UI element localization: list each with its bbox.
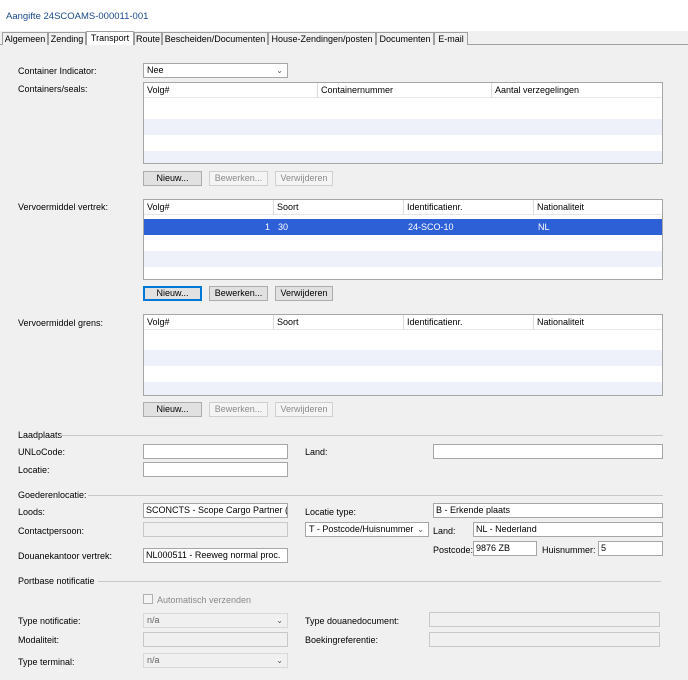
type-notificatie-select[interactable]: n/a ⌄	[143, 613, 288, 628]
table-row	[144, 251, 662, 267]
divider	[60, 435, 663, 436]
vervoer-vertrek-delete-button[interactable]: Verwijderen	[275, 286, 333, 301]
auto-send-checkbox[interactable]	[143, 594, 153, 604]
tab-documenten[interactable]: Documenten	[376, 32, 434, 45]
chevron-down-icon: ⌄	[276, 66, 283, 75]
title-bar: Aangifte 24SCOAMS-000011-001	[0, 0, 688, 31]
modaliteit-label: Modaliteit:	[18, 635, 60, 645]
column-header[interactable]: Soort	[274, 315, 404, 330]
cell-nationaliteit: NL	[538, 222, 550, 232]
window-title: Aangifte 24SCOAMS-000011-001	[6, 11, 149, 22]
auto-send-label: Automatisch verzenden	[157, 595, 252, 605]
containers-edit-button[interactable]: Bewerken...	[209, 171, 268, 186]
tab-bescheiden-documenten[interactable]: Bescheiden/Documenten	[162, 32, 268, 45]
type-terminal-value: n/a	[147, 655, 160, 665]
postcode-input[interactable]: 9876 ZB	[473, 541, 537, 556]
containers-new-button[interactable]: Nieuw...	[143, 171, 202, 186]
vervoer-vertrek-label: Vervoermiddel vertrek:	[18, 202, 109, 212]
column-header[interactable]: Identificatienr.	[404, 200, 534, 215]
chevron-down-icon: ⌄	[276, 656, 283, 665]
vervoer-vertrek-edit-button[interactable]: Bewerken...	[209, 286, 268, 301]
divider	[88, 495, 663, 496]
tab-algemeen[interactable]: Algemeen	[2, 32, 48, 45]
tab-transport[interactable]: Transport	[86, 31, 134, 46]
postcode-type-select[interactable]: T - Postcode/Huisnummer ⌄	[305, 522, 429, 537]
tab-strip: Algemeen Zending Transport Route Beschei…	[0, 31, 688, 46]
container-indicator-label: Container Indicator:	[18, 66, 97, 76]
type-douanedocument-label: Type douanedocument:	[305, 616, 400, 626]
tab-zending[interactable]: Zending	[48, 32, 86, 45]
huisnummer-input[interactable]: 5	[598, 541, 663, 556]
portbase-section-title: Portbase notificatie	[18, 576, 95, 586]
douanekantoor-label: Douanekantoor vertrek:	[18, 551, 113, 561]
laadplaats-land-input[interactable]	[433, 444, 663, 459]
laadplaats-land-label: Land:	[305, 447, 328, 457]
vervoer-grens-new-button[interactable]: Nieuw...	[143, 402, 202, 417]
type-douanedocument-input[interactable]	[429, 612, 660, 627]
unlocode-input[interactable]	[143, 444, 288, 459]
container-indicator-value: Nee	[147, 65, 164, 75]
cell-volg: 1	[264, 222, 270, 232]
goederen-land-input[interactable]: NL - Nederland	[473, 522, 663, 537]
tab-email[interactable]: E-mail	[434, 32, 468, 45]
type-notificatie-label: Type notificatie:	[18, 616, 81, 626]
laadplaats-section-title: Laadplaats	[18, 430, 63, 440]
douanekantoor-input[interactable]: NL000511 - Reeweg normal proc.	[143, 548, 288, 563]
cell-identificatienr: 24-SCO-10	[408, 222, 454, 232]
goederenlocatie-section-title: Goederenlocatie:	[18, 490, 87, 500]
locatie-type-label: Locatie type:	[305, 507, 357, 517]
loods-label: Loods:	[18, 507, 46, 517]
containers-delete-button[interactable]: Verwijderen	[275, 171, 333, 186]
unlocode-label: UNLoCode:	[18, 447, 66, 457]
containers-grid[interactable]: Volg# Containernummer Aantal verzegeling…	[143, 82, 663, 164]
locatie-input[interactable]	[143, 462, 288, 477]
chevron-down-icon: ⌄	[417, 525, 424, 534]
vervoer-grens-grid-header: Volg# Soort Identificatienr. Nationalite…	[144, 315, 662, 330]
vervoer-vertrek-new-button[interactable]: Nieuw...	[143, 286, 202, 301]
boekingreferentie-label: Boekingreferentie:	[305, 635, 379, 645]
column-header[interactable]: Volg#	[144, 83, 318, 98]
column-header[interactable]: Volg#	[144, 315, 274, 330]
table-row[interactable]: 1 30 24-SCO-10 NL	[144, 219, 662, 235]
table-row	[144, 119, 662, 135]
vervoer-vertrek-grid-header: Volg# Soort Identificatienr. Nationalite…	[144, 200, 662, 215]
vervoer-grens-edit-button[interactable]: Bewerken...	[209, 402, 268, 417]
column-header[interactable]: Soort	[274, 200, 404, 215]
chevron-down-icon: ⌄	[276, 616, 283, 625]
column-header[interactable]: Identificatienr.	[404, 315, 534, 330]
type-notificatie-value: n/a	[147, 615, 160, 625]
containers-label: Containers/seals:	[18, 84, 88, 94]
vervoer-vertrek-grid[interactable]: Volg# Soort Identificatienr. Nationalite…	[143, 199, 663, 280]
modaliteit-input[interactable]	[143, 632, 288, 647]
goederen-land-label: Land:	[433, 526, 456, 536]
divider	[98, 581, 661, 582]
table-row	[144, 382, 662, 395]
contactpersoon-label: Contactpersoon:	[18, 526, 85, 536]
cell-soort: 30	[278, 222, 289, 232]
type-terminal-label: Type terminal:	[18, 657, 75, 667]
boekingreferentie-input[interactable]	[429, 632, 660, 647]
postcode-label: Postcode:	[433, 545, 474, 555]
type-terminal-select[interactable]: n/a ⌄	[143, 653, 288, 668]
vervoer-grens-grid[interactable]: Volg# Soort Identificatienr. Nationalite…	[143, 314, 663, 396]
tab-route[interactable]: Route	[134, 32, 162, 45]
vervoer-grens-label: Vervoermiddel grens:	[18, 318, 104, 328]
column-header[interactable]: Nationaliteit	[534, 315, 662, 330]
column-header[interactable]: Containernummer	[318, 83, 492, 98]
tab-house-zendingen[interactable]: House-Zendingen/posten	[268, 32, 376, 45]
containers-grid-header: Volg# Containernummer Aantal verzegeling…	[144, 83, 662, 98]
locatie-label: Locatie:	[18, 465, 50, 475]
loods-input[interactable]: SCONCTS - Scope Cargo Partner (for	[143, 503, 288, 518]
table-row	[144, 350, 662, 366]
locatie-type-input[interactable]: B - Erkende plaats	[433, 503, 663, 518]
table-row	[144, 151, 662, 163]
column-header[interactable]: Nationaliteit	[534, 200, 662, 215]
container-indicator-select[interactable]: Nee ⌄	[143, 63, 288, 78]
contactpersoon-input[interactable]	[143, 522, 288, 537]
postcode-type-value: T - Postcode/Huisnummer	[309, 524, 414, 534]
column-header[interactable]: Volg#	[144, 200, 274, 215]
column-header[interactable]: Aantal verzegelingen	[492, 83, 662, 98]
huisnummer-label: Huisnummer:	[542, 545, 596, 555]
vervoer-grens-delete-button[interactable]: Verwijderen	[275, 402, 333, 417]
